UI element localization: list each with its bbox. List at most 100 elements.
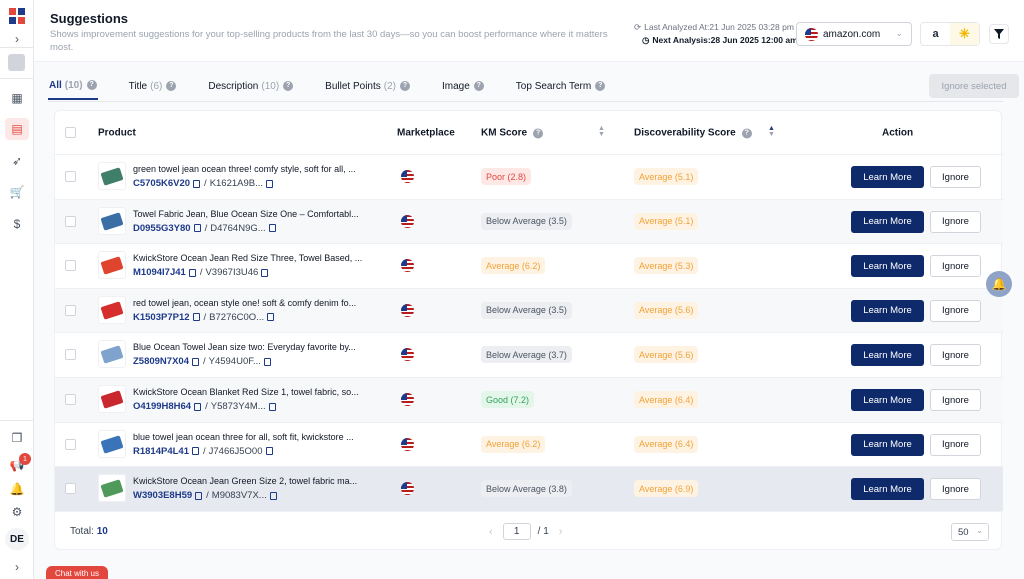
info-icon[interactable]: ? bbox=[533, 128, 544, 138]
ignore-button[interactable]: Ignore bbox=[930, 166, 981, 188]
info-icon[interactable]: ? bbox=[86, 80, 97, 90]
row-checkbox[interactable] bbox=[65, 349, 76, 361]
prev-page-icon[interactable]: ‹ bbox=[489, 526, 493, 538]
copy-icon[interactable] bbox=[267, 313, 275, 322]
product-name[interactable]: KwickStore Ocean Jean Green Size 2, towe… bbox=[133, 476, 373, 486]
floating-bell-icon[interactable]: 🔔 bbox=[986, 271, 1012, 297]
ignore-button[interactable]: Ignore bbox=[930, 478, 981, 501]
tab-description[interactable]: Description (10)? bbox=[207, 72, 294, 100]
next-page-icon[interactable]: › bbox=[559, 526, 563, 538]
copy-icon[interactable] bbox=[188, 268, 196, 277]
collapse-chevron-icon[interactable]: › bbox=[8, 558, 26, 576]
copy-icon[interactable] bbox=[266, 179, 274, 188]
per-page-select[interactable]: 50 ⌄ bbox=[951, 523, 989, 541]
info-icon[interactable]: ? bbox=[741, 128, 752, 138]
copy-icon[interactable] bbox=[193, 224, 201, 233]
select-all-checkbox[interactable] bbox=[65, 127, 76, 138]
header-km-score[interactable]: KM Score? bbox=[481, 128, 544, 139]
info-icon[interactable]: ? bbox=[595, 81, 606, 91]
product-asin[interactable]: W3903E8H59 bbox=[133, 490, 192, 501]
amazon-logo-icon[interactable]: a bbox=[921, 23, 950, 45]
info-icon[interactable]: ? bbox=[473, 81, 484, 91]
product-asin[interactable]: Z5809N7X04 bbox=[133, 356, 189, 367]
product-asin[interactable]: K1503P7P12 bbox=[133, 312, 190, 323]
dollar-icon[interactable]: $ bbox=[8, 215, 26, 233]
marketplace-select[interactable]: amazon.com ⌄ bbox=[796, 22, 912, 46]
tab-image[interactable]: Image? bbox=[441, 72, 485, 100]
copy-icon[interactable] bbox=[263, 357, 271, 366]
product-asin[interactable]: O4199H8H64 bbox=[133, 401, 191, 412]
ignore-button[interactable]: Ignore bbox=[930, 389, 981, 411]
sort-km-icon[interactable]: ▲ ▼ bbox=[598, 125, 605, 138]
bell-icon[interactable]: 🔔 bbox=[8, 480, 26, 498]
copy-icon[interactable] bbox=[191, 447, 199, 456]
ignore-button[interactable]: Ignore bbox=[930, 344, 981, 367]
tab-all[interactable]: All (10)? bbox=[48, 72, 98, 100]
copy-icon[interactable] bbox=[261, 268, 269, 277]
rocket-icon[interactable]: ➶ bbox=[8, 152, 26, 170]
info-icon[interactable]: ? bbox=[400, 81, 410, 91]
tab-title[interactable]: Title (6)? bbox=[128, 72, 178, 100]
product-name[interactable]: blue towel jean ocean three for all, sof… bbox=[133, 432, 373, 442]
settings-icon[interactable]: ⚙ bbox=[8, 503, 26, 521]
header-discoverability[interactable]: Discoverability Score? bbox=[634, 128, 752, 139]
learn-more-button[interactable]: Learn More bbox=[851, 166, 924, 188]
dashboard-icon[interactable]: ▦ bbox=[8, 89, 26, 107]
copy-icon[interactable] bbox=[191, 357, 199, 366]
box-icon[interactable]: ❒ bbox=[8, 429, 26, 447]
product-name[interactable]: KwickStore Ocean Blanket Red Size 1, tow… bbox=[133, 387, 373, 397]
copy-icon[interactable] bbox=[265, 447, 273, 456]
product-name[interactable]: Towel Fabric Jean, Blue Ocean Size One –… bbox=[133, 209, 373, 219]
learn-more-button[interactable]: Learn More bbox=[851, 344, 924, 367]
product-name[interactable]: green towel jean ocean three! comfy styl… bbox=[133, 164, 373, 174]
ignore-selected-button[interactable]: Ignore selected bbox=[929, 74, 1019, 98]
copy-icon[interactable] bbox=[195, 491, 203, 500]
row-checkbox[interactable] bbox=[65, 260, 76, 272]
row-checkbox[interactable] bbox=[65, 394, 76, 405]
info-icon[interactable]: ? bbox=[166, 81, 177, 91]
copy-icon[interactable] bbox=[192, 313, 200, 322]
learn-more-button[interactable]: Learn More bbox=[851, 389, 924, 411]
sort-discoverability-icon[interactable]: ▲ ▼ bbox=[768, 125, 775, 138]
filter-button[interactable] bbox=[989, 24, 1009, 44]
tab-top-search-term[interactable]: Top Search Term? bbox=[515, 72, 606, 100]
tab-bullet-points[interactable]: Bullet Points (2)? bbox=[324, 72, 411, 100]
learn-more-button[interactable]: Learn More bbox=[851, 210, 924, 233]
product-asin[interactable]: D0955G3Y80 bbox=[133, 223, 191, 234]
copy-icon[interactable] bbox=[194, 402, 202, 411]
copy-icon[interactable] bbox=[268, 402, 276, 411]
ignore-button[interactable]: Ignore bbox=[930, 433, 981, 456]
info-icon[interactable]: ? bbox=[283, 81, 294, 91]
product-asin[interactable]: C5705K6V20 bbox=[133, 178, 190, 189]
cart-icon[interactable]: 🛒 bbox=[8, 183, 26, 201]
row-checkbox[interactable] bbox=[65, 171, 76, 182]
product-asin[interactable]: M1094I7J41 bbox=[133, 267, 186, 278]
copy-icon[interactable] bbox=[269, 491, 277, 500]
row-checkbox[interactable] bbox=[65, 215, 76, 227]
refresh-icon[interactable]: ⟳ bbox=[634, 22, 641, 32]
copy-icon[interactable] bbox=[268, 224, 276, 233]
product-name[interactable]: red towel jean, ocean style one! soft & … bbox=[133, 298, 373, 308]
ignore-button[interactable]: Ignore bbox=[930, 299, 981, 322]
learn-more-button[interactable]: Learn More bbox=[851, 433, 924, 456]
page-input[interactable]: 1 bbox=[502, 523, 531, 540]
app-logo-icon[interactable] bbox=[7, 6, 27, 26]
workspace-avatar[interactable] bbox=[8, 54, 25, 71]
product-name[interactable]: Blue Ocean Towel Jean size two: Everyday… bbox=[133, 342, 373, 352]
expand-chevron-icon[interactable]: › bbox=[8, 30, 26, 48]
learn-more-button[interactable]: Learn More bbox=[851, 478, 924, 501]
product-asin[interactable]: R1814P4L41 bbox=[133, 446, 189, 457]
row-checkbox[interactable] bbox=[65, 304, 76, 316]
suggestions-icon[interactable]: ▤ bbox=[5, 118, 29, 140]
learn-more-button[interactable]: Learn More bbox=[851, 255, 924, 278]
row-checkbox[interactable] bbox=[65, 483, 76, 495]
user-avatar[interactable]: DE bbox=[5, 528, 29, 550]
ignore-button[interactable]: Ignore bbox=[930, 210, 981, 233]
walmart-logo-icon[interactable]: ✳ bbox=[950, 23, 979, 45]
row-checkbox[interactable] bbox=[65, 438, 76, 450]
product-name[interactable]: KwickStore Ocean Jean Red Size Three, To… bbox=[133, 253, 373, 263]
copy-icon[interactable] bbox=[193, 179, 201, 188]
ignore-button[interactable]: Ignore bbox=[930, 255, 981, 278]
learn-more-button[interactable]: Learn More bbox=[851, 299, 924, 322]
chat-button[interactable]: Chat with us bbox=[46, 566, 108, 579]
